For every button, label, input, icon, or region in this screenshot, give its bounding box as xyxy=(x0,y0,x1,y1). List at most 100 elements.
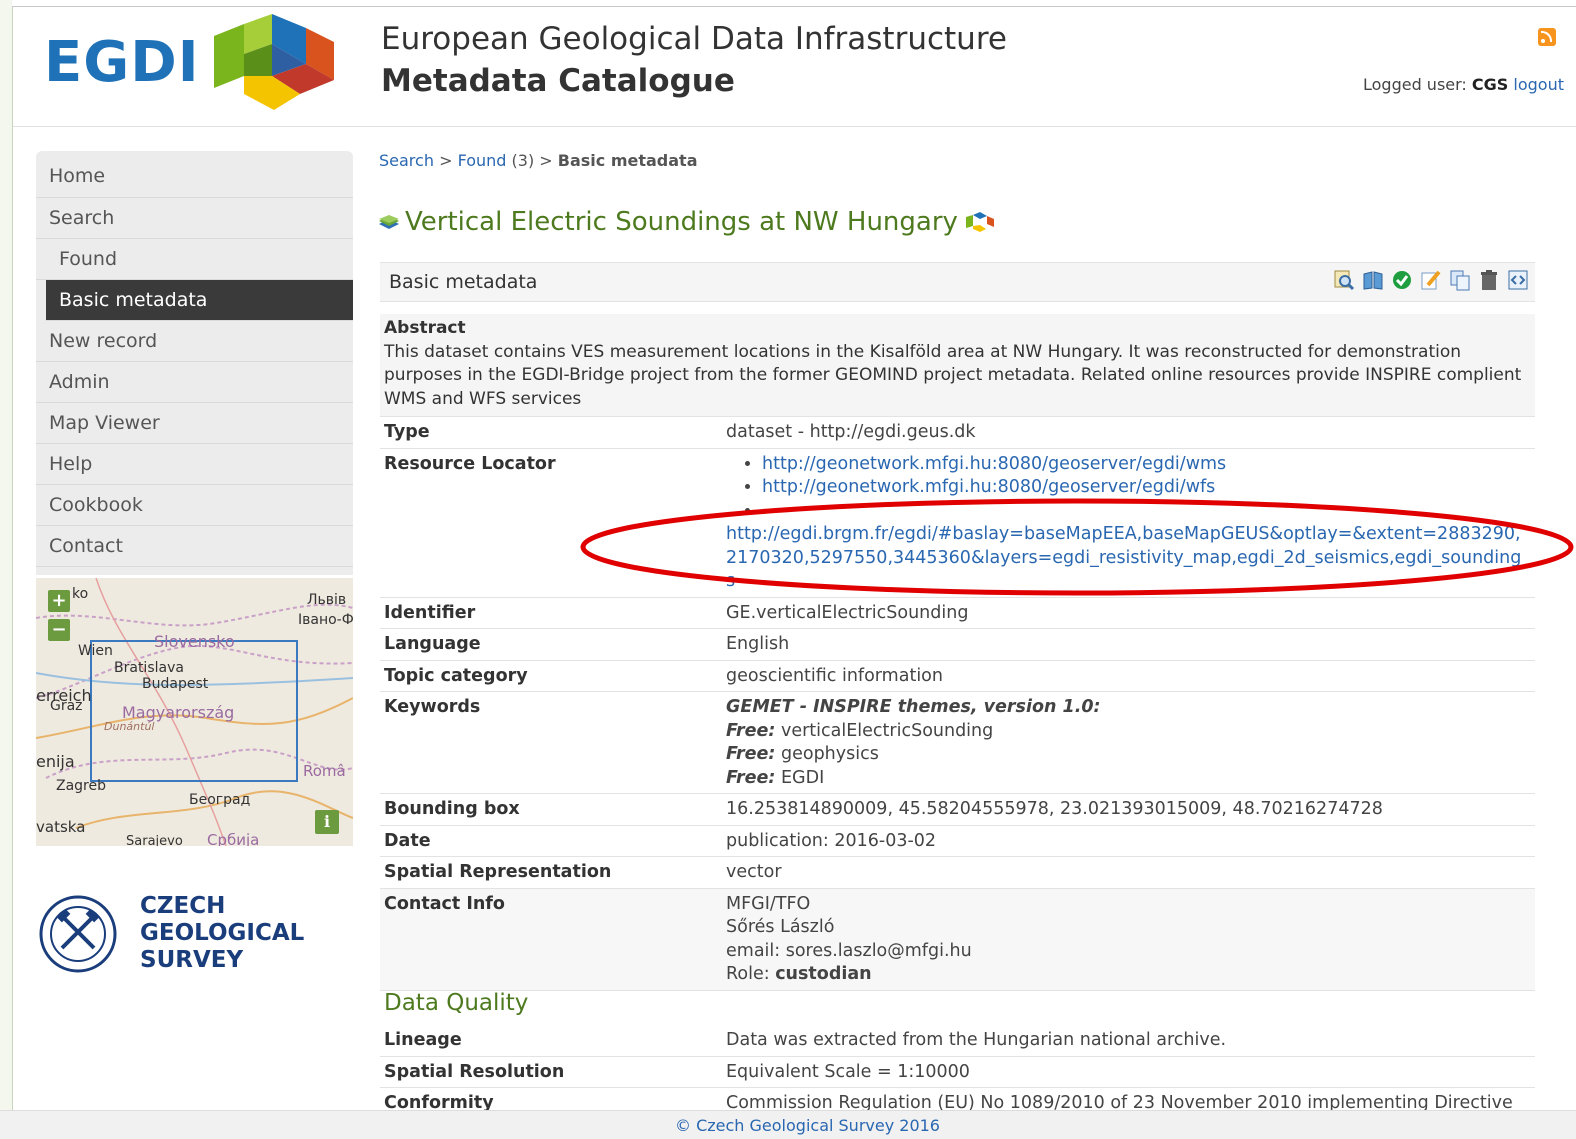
sidebar-item-cookbook[interactable]: Cookbook xyxy=(36,485,353,526)
app-title: European Geological Data Infrastructure … xyxy=(381,18,1007,102)
free-label: Free: xyxy=(726,744,776,764)
sidebar-item-help[interactable]: Help xyxy=(36,444,353,485)
contact-role-label: Role: xyxy=(726,964,770,984)
abstract-label: Abstract xyxy=(384,318,466,338)
wfs-link[interactable]: http://geonetwork.mfgi.hu:8080/geoserver… xyxy=(762,477,1215,497)
czech-geological-survey-logo[interactable]: CZECH GEOLOGICAL SURVEY xyxy=(38,893,304,974)
cgs-line-2: GEOLOGICAL xyxy=(140,920,305,946)
map-label: Івано-Фр xyxy=(298,612,353,628)
keywords-thesaurus: GEMET - INSPIRE themes, version 1.0: xyxy=(726,697,1101,717)
zoom-preview-icon[interactable] xyxy=(1333,269,1355,291)
sidebar-item-contact[interactable]: Contact xyxy=(36,526,353,567)
map-label: Србија xyxy=(207,831,260,846)
contact-info-label: Contact Info xyxy=(384,893,505,914)
map-zoom-in-button[interactable]: + xyxy=(48,590,70,612)
bounding-box-label: Bounding box xyxy=(384,799,520,819)
map-label: Львів xyxy=(307,592,347,608)
map-label: Budapest xyxy=(142,676,209,692)
lineage-value: Data was extracted from the Hungarian na… xyxy=(726,1030,1227,1050)
topic-category-row: Topic category geoscientific information xyxy=(380,661,1535,692)
bounding-box-value: 16.253814890009, 45.58204555978, 23.0213… xyxy=(726,799,1383,819)
identifier-value: GE.verticalElectricSounding xyxy=(726,602,969,623)
resource-locator-row: Resource Locator http://geonetwork.mfgi.… xyxy=(380,449,1535,598)
sidebar-footer xyxy=(36,567,353,575)
wms-link[interactable]: http://geonetwork.mfgi.hu:8080/geoserver… xyxy=(762,454,1226,474)
breadcrumb: Search > Found (3) > Basic metadata xyxy=(379,151,698,170)
spatial-representation-label: Spatial Representation xyxy=(384,862,612,882)
date-label: Date xyxy=(384,830,431,851)
section-label: Basic metadata xyxy=(389,271,538,293)
xml-icon[interactable] xyxy=(1507,269,1529,291)
free-label: Free: xyxy=(726,767,776,788)
map-viewer-link[interactable]: http://egdi.brgm.fr/egdi/#baslay=baseMap… xyxy=(726,523,1526,594)
overview-map[interactable]: + − i ko Львів Івано-Фр Slovensko Wien B… xyxy=(36,578,353,846)
contact-name: Sőrés László xyxy=(726,917,835,937)
map-label: Wien xyxy=(78,643,113,659)
data-quality-table: Lineage Data was extracted from the Hung… xyxy=(380,1025,1535,1120)
contact-info-row: Contact Info MFGI/TFO Sőrés László email… xyxy=(380,888,1535,991)
language-value: English xyxy=(726,634,790,654)
dataset-layers-icon xyxy=(379,215,399,229)
keyword-value: geophysics xyxy=(780,744,879,764)
sidebar-item-search[interactable]: Search xyxy=(36,198,353,239)
check-icon[interactable] xyxy=(1391,269,1413,291)
keywords-row: Keywords GEMET - INSPIRE themes, version… xyxy=(380,692,1535,794)
keyword-value: EGDI xyxy=(780,767,825,788)
edit-icon[interactable] xyxy=(1420,269,1442,291)
bounding-box-row: Bounding box 16.253814890009, 45.5820455… xyxy=(380,794,1535,826)
rss-feed-icon[interactable] xyxy=(1538,28,1556,46)
trash-icon[interactable] xyxy=(1478,269,1500,291)
abstract-block: Abstract This dataset contains VES measu… xyxy=(380,314,1535,417)
copy-icon[interactable] xyxy=(1449,269,1471,291)
record-title-text: Vertical Electric Soundings at NW Hungar… xyxy=(405,207,958,237)
free-label: Free: xyxy=(726,720,776,741)
sidebar-item-found[interactable]: Found xyxy=(36,239,353,280)
record-toolbar xyxy=(1333,269,1529,291)
sidebar-item-admin[interactable]: Admin xyxy=(36,362,353,403)
map-zoom-out-button[interactable]: − xyxy=(48,619,70,641)
breadcrumb-separator: > xyxy=(439,151,453,170)
keyword-item: Free: EGDI xyxy=(726,767,1535,791)
header-divider xyxy=(13,126,1576,127)
date-row: Date publication: 2016-03-02 xyxy=(380,826,1535,857)
egdi-logo[interactable]: EGDI xyxy=(44,14,334,110)
breadcrumb-current: Basic metadata xyxy=(557,151,698,170)
spatial-representation-row: Spatial Representation vector xyxy=(380,857,1535,889)
egdi-cube-icon xyxy=(213,14,334,110)
breadcrumb-found-link[interactable]: Found xyxy=(458,151,507,170)
data-quality-heading: Data Quality xyxy=(384,990,529,1016)
record-title: Vertical Electric Soundings at NW Hungar… xyxy=(379,207,994,237)
contact-email: email: sores.laszlo@mfgi.hu xyxy=(726,940,972,961)
sidebar-item-basic-metadata[interactable]: Basic metadata xyxy=(46,280,353,321)
map-info-button[interactable]: i xyxy=(315,810,339,834)
book-icon[interactable] xyxy=(1362,269,1384,291)
sidebar-nav: Home Search Found Basic metadata New rec… xyxy=(36,151,353,575)
map-label: Graz xyxy=(50,698,83,714)
lineage-label: Lineage xyxy=(384,1030,462,1050)
sidebar-item-home[interactable]: Home xyxy=(36,151,353,198)
sidebar-item-map-viewer[interactable]: Map Viewer xyxy=(36,403,353,444)
type-row: Type dataset - http://egdi.geus.dk xyxy=(380,417,1535,449)
map-label: Zagreb xyxy=(56,778,107,794)
logout-link[interactable]: logout xyxy=(1513,75,1564,94)
logo-text: EGDI xyxy=(44,29,200,95)
catalogue-title: Metadata Catalogue xyxy=(381,63,735,99)
sidebar-item-new-record[interactable]: New record xyxy=(36,321,353,362)
lineage-row: Lineage Data was extracted from the Hung… xyxy=(380,1025,1535,1057)
copyright-text: © Czech Geological Survey 2016 xyxy=(675,1116,940,1135)
keywords-label: Keywords xyxy=(384,697,481,717)
logged-user-name: CGS xyxy=(1471,75,1509,94)
resource-link-item: http://geonetwork.mfgi.hu:8080/geoserver… xyxy=(762,453,1535,477)
cgs-name: CZECH GEOLOGICAL SURVEY xyxy=(140,893,304,974)
map-label: Bratislava xyxy=(114,660,184,676)
topic-category-value: geoscientific information xyxy=(726,665,943,686)
keyword-item: Free: geophysics xyxy=(726,743,1535,767)
map-label: Sarajevo xyxy=(126,834,183,846)
keywords-value: GEMET - INSPIRE themes, version 1.0: Fre… xyxy=(726,692,1535,793)
topic-category-label: Topic category xyxy=(384,665,528,686)
spatial-resolution-label: Spatial Resolution xyxy=(384,1061,565,1082)
spatial-resolution-row: Spatial Resolution Equivalent Scale = 1:… xyxy=(380,1057,1535,1088)
breadcrumb-search-link[interactable]: Search xyxy=(379,151,434,170)
logged-user-info: Logged user: CGS logout xyxy=(1363,75,1564,94)
identifier-row: Identifier GE.verticalElectricSounding xyxy=(380,598,1535,629)
